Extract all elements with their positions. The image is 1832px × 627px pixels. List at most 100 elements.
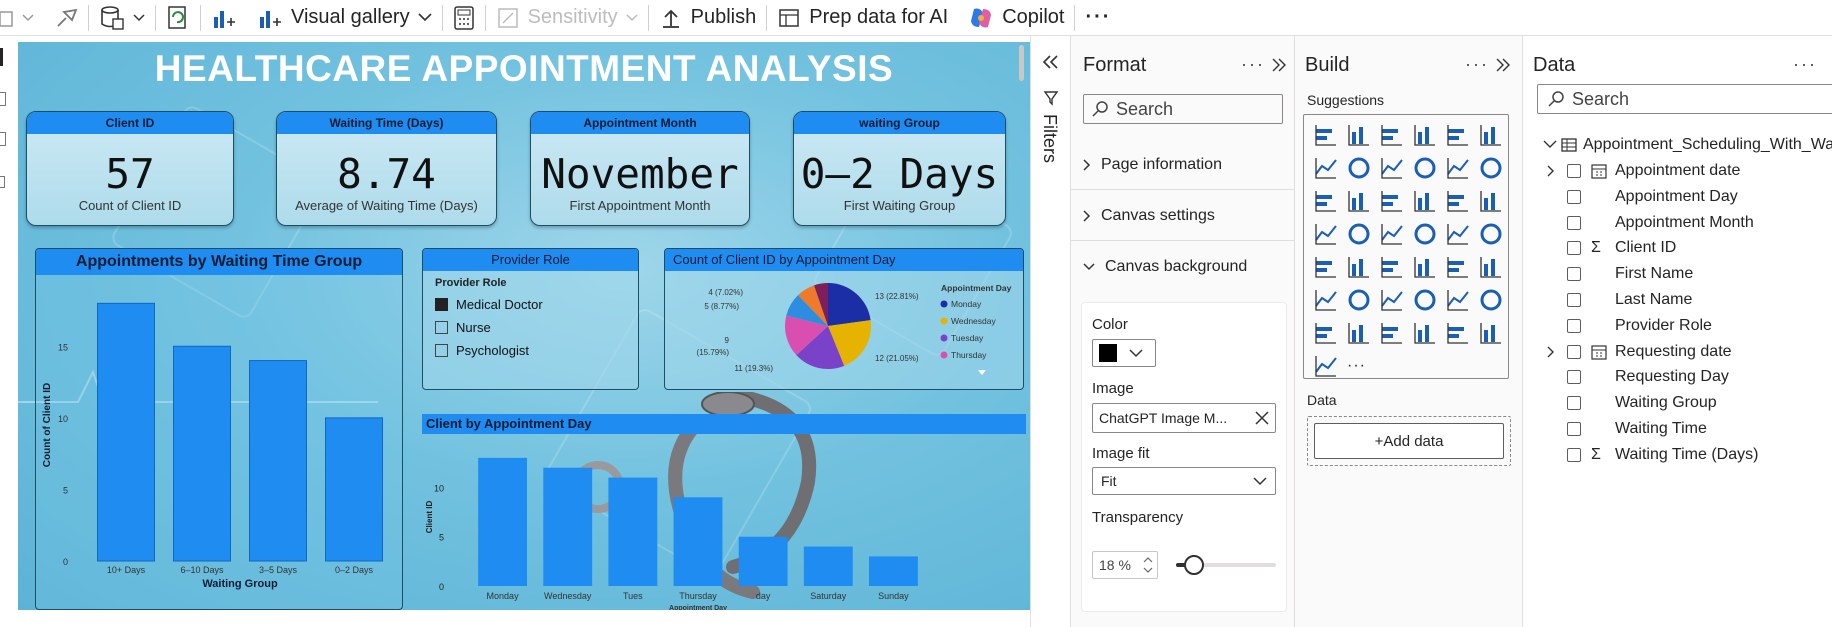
field-checkbox[interactable] xyxy=(1567,267,1581,282)
matrix-visual-icon[interactable] xyxy=(1479,255,1503,279)
stacked-column-visual-icon[interactable] xyxy=(1347,123,1371,147)
stacked-area-visual-icon[interactable] xyxy=(1380,156,1404,180)
filled-map-visual-icon[interactable] xyxy=(1380,222,1404,246)
pie-visual-icon[interactable] xyxy=(1446,189,1470,213)
filters-pane-collapsed[interactable]: Filters xyxy=(1030,36,1070,627)
card-visual-icon[interactable] xyxy=(1314,255,1338,279)
table-visual-icon[interactable] xyxy=(1446,255,1470,279)
appointment-day-pie-chart[interactable]: Count of Client ID by Appointment Day 4 … xyxy=(664,248,1024,390)
clustered-bar-visual-icon[interactable] xyxy=(1380,123,1404,147)
publish-button[interactable]: Publish xyxy=(649,0,767,36)
clustered-column-visual-icon[interactable] xyxy=(1413,123,1437,147)
qa-visual-icon[interactable] xyxy=(1446,288,1470,312)
kpi-card-waiting-time[interactable]: Waiting Time (Days) 8.74 Average of Wait… xyxy=(276,111,497,226)
stacked-bar-visual-icon[interactable] xyxy=(1314,123,1338,147)
data-search-input[interactable]: Search xyxy=(1537,84,1832,114)
map-visual-icon[interactable] xyxy=(1347,222,1371,246)
line-clustered-column-visual-icon[interactable] xyxy=(1479,156,1503,180)
chevron-right-icon[interactable] xyxy=(1547,346,1555,358)
kpi-visual-icon[interactable] xyxy=(1380,255,1404,279)
slicer-visual-icon[interactable] xyxy=(1413,255,1437,279)
transparency-slider-track[interactable] xyxy=(1176,555,1276,575)
slicer-item-medical-doctor[interactable]: Medical Doctor xyxy=(435,293,543,316)
slicer-item-psychologist[interactable]: Psychologist xyxy=(435,339,543,362)
refresh-button[interactable] xyxy=(156,0,200,36)
table-node[interactable]: Appointment_Scheduling_With_Waiti... xyxy=(1543,136,1832,154)
key-influencers-visual-icon[interactable] xyxy=(1380,288,1404,312)
field-checkbox[interactable] xyxy=(1567,396,1581,411)
checkbox-unchecked[interactable] xyxy=(435,344,448,357)
scatter-visual-icon[interactable] xyxy=(1413,189,1437,213)
dax-view-icon[interactable] xyxy=(0,176,5,188)
format-search-input[interactable]: Search xyxy=(1083,94,1283,124)
add-data-button[interactable]: +Add data xyxy=(1314,423,1504,459)
field-checkbox[interactable] xyxy=(1567,318,1581,333)
more-options-button[interactable]: ··· xyxy=(1075,0,1121,36)
client-by-day-bar-chart[interactable]: Client by Appointment Day 0 5 10 Monday Wedn… xyxy=(422,414,1026,610)
slicer-item-nurse[interactable]: Nurse xyxy=(435,316,543,339)
paginated-visual-icon[interactable] xyxy=(1479,288,1503,312)
multi-row-card-visual-icon[interactable] xyxy=(1347,255,1371,279)
section-canvas-background[interactable]: Canvas background xyxy=(1083,258,1247,276)
field-checkbox[interactable] xyxy=(1567,241,1581,256)
field-checkbox[interactable] xyxy=(1567,164,1581,178)
field-item[interactable]: First Name xyxy=(1547,265,1693,283)
donut-visual-icon[interactable] xyxy=(1479,189,1503,213)
field-item[interactable]: Appointment Month xyxy=(1547,214,1754,232)
shape-map-visual-icon[interactable] xyxy=(1413,222,1437,246)
checkbox-checked[interactable] xyxy=(435,298,448,311)
line-column-visual-icon[interactable] xyxy=(1446,156,1470,180)
close-icon[interactable] xyxy=(1255,411,1269,425)
kpi-card-client-id[interactable]: Client ID 57 Count of Client ID xyxy=(26,111,234,226)
smart-narrative-visual-icon[interactable] xyxy=(1347,321,1371,345)
power-automate-visual-icon[interactable] xyxy=(1314,354,1338,378)
copilot-button[interactable]: Copilot xyxy=(958,0,1074,36)
new-visual-button[interactable] xyxy=(201,0,247,36)
field-item[interactable]: Σ Client ID xyxy=(1547,239,1676,257)
field-item[interactable]: Σ Waiting Time (Days) xyxy=(1547,446,1758,464)
treemap-visual-icon[interactable] xyxy=(1314,222,1338,246)
metrics-visual-icon[interactable] xyxy=(1314,321,1338,345)
waiting-group-bar-chart[interactable]: Appointments by Waiting Time Group 0 5 10 1… xyxy=(35,248,403,610)
field-item[interactable]: Provider Role xyxy=(1547,317,1712,335)
field-item[interactable]: Requesting date xyxy=(1547,343,1732,361)
format-painter-button[interactable] xyxy=(44,0,88,36)
field-item[interactable]: Waiting Group xyxy=(1547,394,1717,412)
field-checkbox[interactable] xyxy=(1567,447,1581,462)
spin-arrows-icon[interactable] xyxy=(1143,555,1153,575)
azure-map-visual-icon[interactable] xyxy=(1446,222,1470,246)
kpi-card-waiting-group[interactable]: waiting Group 0–2 Days First Waiting Gro… xyxy=(793,111,1006,226)
field-item[interactable]: Waiting Time xyxy=(1547,420,1707,438)
decomposition-tree-visual-icon[interactable] xyxy=(1413,288,1437,312)
field-item[interactable]: Last Name xyxy=(1547,291,1692,309)
field-checkbox[interactable] xyxy=(1567,344,1581,359)
section-page-information[interactable]: Page information xyxy=(1083,156,1222,174)
provider-role-slicer[interactable]: Provider Role Provider Role Medical Doct… xyxy=(422,248,639,390)
sensitivity-button[interactable]: Sensitivity xyxy=(486,0,648,36)
canvas-scrollbar[interactable] xyxy=(1019,45,1024,81)
funnel-visual-icon[interactable] xyxy=(1380,189,1404,213)
field-item[interactable]: Appointment Day xyxy=(1547,188,1738,206)
data-more-icon[interactable]: ··· xyxy=(1793,54,1817,75)
collapse-chevrons-icon[interactable] xyxy=(1495,58,1511,72)
image-fit-dropdown[interactable]: Fit xyxy=(1092,467,1276,495)
table-view-icon[interactable] xyxy=(0,92,6,106)
image-file-field[interactable]: ChatGPT Image M... xyxy=(1092,403,1276,433)
paste-button[interactable] xyxy=(0,0,44,36)
line-visual-icon[interactable] xyxy=(1314,156,1338,180)
100-area-visual-icon[interactable] xyxy=(1413,156,1437,180)
card-new-visual-icon[interactable] xyxy=(1380,321,1404,345)
format-more-icon[interactable]: ··· xyxy=(1241,54,1265,75)
prep-data-button[interactable]: Prep data for AI xyxy=(767,0,958,36)
expand-chevrons-icon[interactable] xyxy=(1041,54,1061,70)
kpi-card-appointment-month[interactable]: Appointment Month November First Appoint… xyxy=(530,111,750,226)
checkbox-unchecked[interactable] xyxy=(435,321,448,334)
color-picker[interactable] xyxy=(1092,339,1156,367)
field-checkbox[interactable] xyxy=(1567,370,1581,385)
area-visual-icon[interactable] xyxy=(1347,156,1371,180)
get-data-button[interactable] xyxy=(89,0,155,36)
waterfall-visual-icon[interactable] xyxy=(1347,189,1371,213)
ribbon-visual-icon[interactable] xyxy=(1314,189,1338,213)
python-visual-visual-icon[interactable] xyxy=(1347,288,1371,312)
section-canvas-settings[interactable]: Canvas settings xyxy=(1083,207,1215,225)
